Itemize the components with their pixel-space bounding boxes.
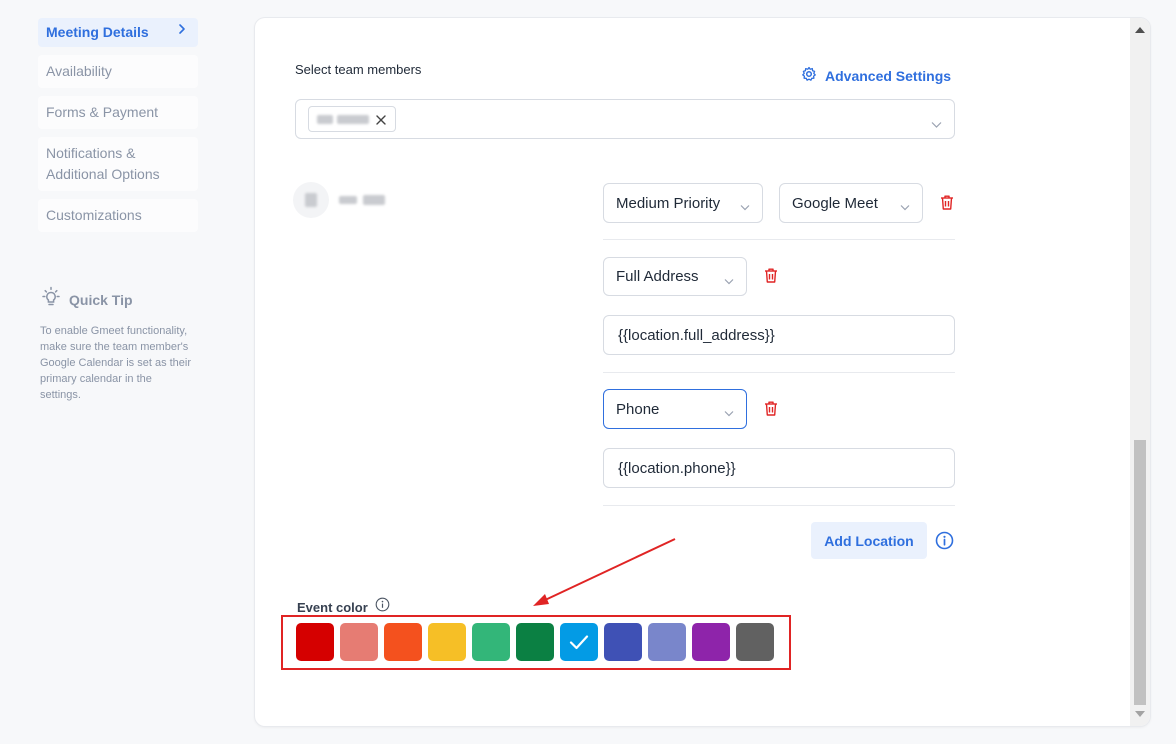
trash-icon[interactable] [763,267,779,289]
trash-icon[interactable] [763,400,779,422]
team-member-chip[interactable] [308,106,396,132]
info-icon[interactable] [375,597,390,617]
meeting-location-value: Google Meet [792,194,878,212]
divider [603,372,955,373]
color-swatch[interactable] [340,623,378,661]
avatar [293,182,329,218]
chevron-down-icon [900,199,910,211]
chevron-down-icon [740,199,750,211]
location-value-input[interactable]: {{location.full_address}} [603,315,955,355]
location-value-text: {{location.full_address}} [618,326,775,344]
event-color-heading: Event color [297,597,390,617]
gear-icon [801,66,817,85]
add-location-button[interactable]: Add Location [811,522,927,559]
color-swatch[interactable] [692,623,730,661]
divider [603,239,955,240]
add-location-label: Add Location [824,532,914,549]
location-value-text: {{location.phone}} [618,459,736,477]
priority-select[interactable]: Medium Priority [603,183,763,223]
color-swatch[interactable] [516,623,554,661]
sidebar-item-availability[interactable]: Availability [38,55,198,88]
sidebar-item-notifications[interactable]: Notifications & Additional Options [38,137,198,191]
info-icon[interactable] [935,531,954,555]
quick-tip: Quick Tip To enable Gmeet functionality,… [40,286,192,403]
sidebar-item-meeting-details[interactable]: Meeting Details [38,18,198,47]
location-type-select[interactable]: Full Address [603,257,747,296]
sidebar-item-label: Meeting Details [46,24,149,40]
trash-icon[interactable] [939,194,955,216]
team-members-select[interactable] [295,99,955,139]
location-type-value: Full Address [616,268,699,285]
priority-value: Medium Priority [616,194,721,212]
sidebar-item-label: Availability [46,63,112,79]
quick-tip-body: To enable Gmeet functionality, make sure… [40,325,192,401]
sidebar-item-customizations[interactable]: Customizations [38,199,198,232]
scrollbar-thumb[interactable] [1134,440,1146,705]
color-swatch[interactable] [736,623,774,661]
divider [603,505,955,506]
color-swatch[interactable] [384,623,422,661]
lightbulb-icon [40,286,62,313]
chevron-down-icon [724,405,734,417]
color-swatch[interactable] [604,623,642,661]
chevron-down-icon [931,116,942,134]
color-swatch[interactable] [472,623,510,661]
color-swatch[interactable] [428,623,466,661]
advanced-settings-label: Advanced Settings [825,67,952,84]
color-swatch[interactable] [648,623,686,661]
event-color-label: Event color [297,599,368,615]
color-swatch[interactable] [560,623,598,661]
annotation-arrow [533,538,676,606]
chevron-right-icon [176,23,188,35]
chevron-down-icon [724,273,734,284]
team-members-label: Select team members [295,62,422,77]
settings-sidebar: Meeting Details Availability Forms & Pay… [38,18,198,240]
meeting-location-select[interactable]: Google Meet [779,183,923,223]
scrollbar[interactable] [1130,18,1150,726]
sidebar-item-forms-payment[interactable]: Forms & Payment [38,96,198,129]
color-swatch[interactable] [296,623,334,661]
scroll-down-arrow[interactable] [1135,711,1145,717]
location-type-value: Phone [616,400,660,418]
location-type-select[interactable]: Phone [603,389,747,429]
check-icon [569,635,589,650]
scroll-up-arrow[interactable] [1135,27,1145,33]
close-icon[interactable] [375,113,387,125]
meeting-details-card: Select team members Advanced Settings Me… [255,18,1150,726]
quick-tip-title: Quick Tip [69,291,133,308]
sidebar-item-label: Forms & Payment [46,104,159,120]
location-value-input[interactable]: {{location.phone}} [603,448,955,488]
sidebar-item-label: Notifications & Additional Options [46,145,160,182]
team-member-name [339,194,389,206]
advanced-settings-link[interactable]: Advanced Settings [801,66,951,85]
sidebar-item-label: Customizations [46,207,142,223]
